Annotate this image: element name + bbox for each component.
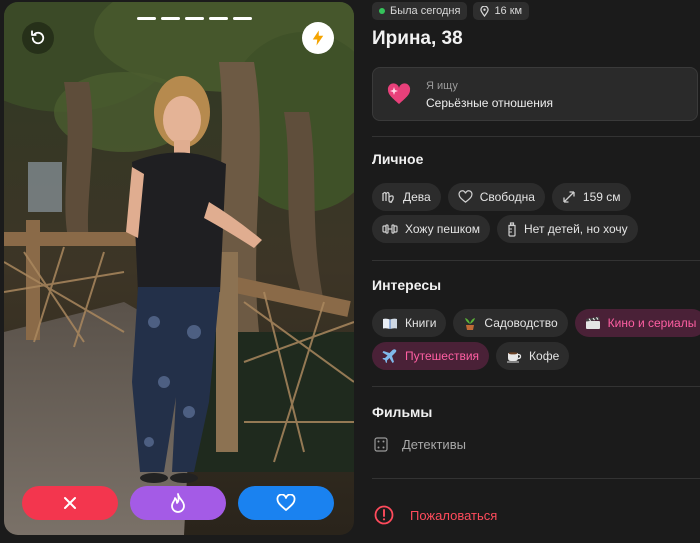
chip-travel: Путешествия	[372, 342, 490, 370]
chip-label: Путешествия	[405, 349, 480, 363]
heart-outline-icon	[458, 190, 473, 203]
photo-progress-segment	[209, 17, 228, 20]
online-status-text: Была сегодня	[390, 5, 461, 17]
chip-children: Нет детей, но хочу	[497, 215, 638, 243]
coffee-icon	[507, 352, 522, 363]
interest-chips-row-1: Книги Садоводство Кино и сериалы	[372, 309, 700, 337]
clapper-icon	[585, 316, 600, 329]
heart-icon	[276, 494, 296, 511]
chip-label: 159 см	[582, 190, 621, 204]
divider	[372, 478, 700, 479]
lightning-icon	[312, 30, 324, 46]
interest-chips-row-2: Путешествия Кофе	[372, 342, 570, 370]
location-pin-icon	[480, 5, 490, 17]
chip-movies-series: Кино и сериалы	[574, 309, 700, 337]
looking-for-card: Я ищу Серьёзные отношения	[372, 67, 698, 121]
chip-relationship: Свободна	[447, 183, 545, 211]
personal-chips-row-2: Хожу пешком Нет детей, но хочу	[372, 215, 638, 243]
section-title-interests: Интересы	[372, 277, 442, 293]
chip-zodiac: Дева	[372, 183, 441, 211]
close-icon	[64, 497, 76, 509]
report-label: Пожаловаться	[410, 507, 498, 523]
divider	[372, 260, 700, 261]
photo-progress-segment	[185, 17, 204, 20]
virgo-icon	[382, 191, 394, 203]
personal-chips-row-1: Дева Свободна 159 см	[372, 183, 631, 211]
online-status-badge: Была сегодня	[372, 2, 468, 20]
height-arrows-icon	[563, 191, 575, 203]
section-title-movies: Фильмы	[372, 404, 433, 420]
dislike-button[interactable]	[22, 486, 118, 520]
distance-text: 16 км	[494, 5, 523, 17]
chip-label: Кино и сериалы	[607, 316, 697, 330]
chip-height: 159 см	[551, 183, 631, 211]
plant-icon	[465, 317, 476, 330]
photo-progress-segment	[161, 17, 180, 20]
profile-photo	[4, 2, 354, 535]
undo-button[interactable]	[22, 22, 54, 54]
chip-label: Нет детей, но хочу	[524, 222, 628, 236]
chip-coffee: Кофе	[496, 342, 570, 370]
airplane-icon	[382, 349, 397, 363]
flame-icon	[171, 493, 185, 513]
photo-progress-indicator	[137, 17, 252, 20]
dumbbell-icon	[382, 224, 398, 234]
section-title-personal: Личное	[372, 151, 424, 167]
boost-button[interactable]	[302, 22, 334, 54]
book-icon	[383, 318, 397, 329]
profile-photo-card[interactable]	[4, 2, 354, 535]
report-button[interactable]: Пожаловаться	[374, 505, 497, 525]
chip-label: Хожу пешком	[405, 222, 481, 236]
movies-genre-row: Детективы	[374, 437, 466, 452]
divider	[372, 136, 700, 137]
warning-circle-icon	[374, 505, 394, 525]
online-dot-icon	[379, 8, 385, 14]
movies-genre-value: Детективы	[402, 437, 466, 452]
chip-label: Книги	[405, 316, 437, 330]
divider	[372, 386, 700, 387]
undo-icon	[31, 30, 45, 45]
looking-for-value: Серьёзные отношения	[426, 96, 554, 110]
action-buttons	[22, 486, 337, 520]
profile-name-age: Ирина, 38	[372, 28, 463, 49]
superlike-button[interactable]	[130, 486, 226, 520]
sparkling-heart-icon	[387, 83, 411, 104]
looking-for-label: Я ищу	[426, 80, 458, 92]
chip-label: Кофе	[529, 349, 560, 363]
baby-bottle-icon	[508, 221, 516, 237]
like-button[interactable]	[238, 486, 334, 520]
photo-progress-segment	[137, 17, 156, 20]
film-reel-icon	[374, 437, 388, 452]
chip-label: Свободна	[479, 190, 535, 204]
chip-label: Садоводство	[484, 316, 558, 330]
distance-badge: 16 км	[473, 2, 530, 20]
chip-books: Книги	[372, 309, 447, 337]
chip-gardening: Садоводство	[453, 309, 568, 337]
photo-progress-segment	[233, 17, 252, 20]
chip-label: Дева	[403, 190, 431, 204]
chip-activity: Хожу пешком	[372, 215, 491, 243]
status-row: Была сегодня 16 км	[372, 2, 530, 20]
